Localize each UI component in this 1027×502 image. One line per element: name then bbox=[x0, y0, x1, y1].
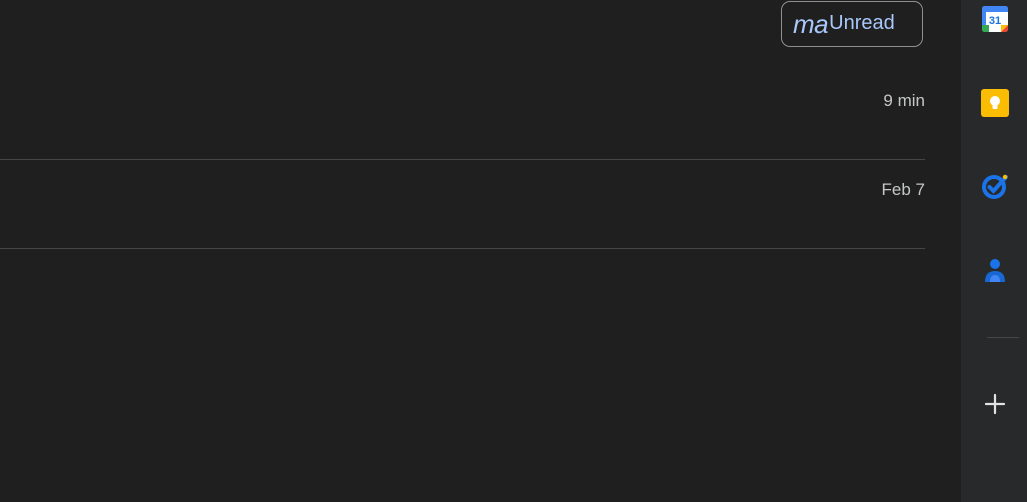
keep-app-button[interactable] bbox=[981, 89, 1009, 117]
message-date: Feb 7 bbox=[881, 180, 925, 199]
contacts-icon bbox=[985, 259, 1005, 282]
tasks-icon bbox=[982, 174, 1008, 199]
message-row[interactable]: Feb 7 bbox=[0, 160, 925, 249]
side-panel-divider bbox=[987, 337, 1019, 338]
mail-app: ma Unread 9 min Feb 7 31 bbox=[0, 0, 1027, 502]
unread-filter-chip[interactable]: ma Unread bbox=[781, 1, 923, 47]
keep-icon bbox=[981, 89, 1009, 117]
calendar-app-button[interactable]: 31 bbox=[981, 5, 1009, 33]
plus-icon bbox=[984, 393, 1006, 415]
message-date: 9 min bbox=[883, 91, 925, 110]
svg-text:31: 31 bbox=[989, 15, 1001, 27]
contacts-app-button[interactable] bbox=[981, 256, 1009, 284]
calendar-icon: 31 bbox=[982, 6, 1008, 32]
chip-prefix-text: ma bbox=[793, 8, 829, 39]
side-panel: 31 bbox=[961, 0, 1027, 502]
message-row[interactable]: 9 min bbox=[0, 48, 925, 160]
chip-label: Unread bbox=[829, 11, 895, 34]
tasks-app-button[interactable] bbox=[981, 172, 1009, 200]
get-addons-button[interactable] bbox=[981, 390, 1009, 418]
message-list-pane: ma Unread 9 min Feb 7 bbox=[0, 0, 961, 502]
